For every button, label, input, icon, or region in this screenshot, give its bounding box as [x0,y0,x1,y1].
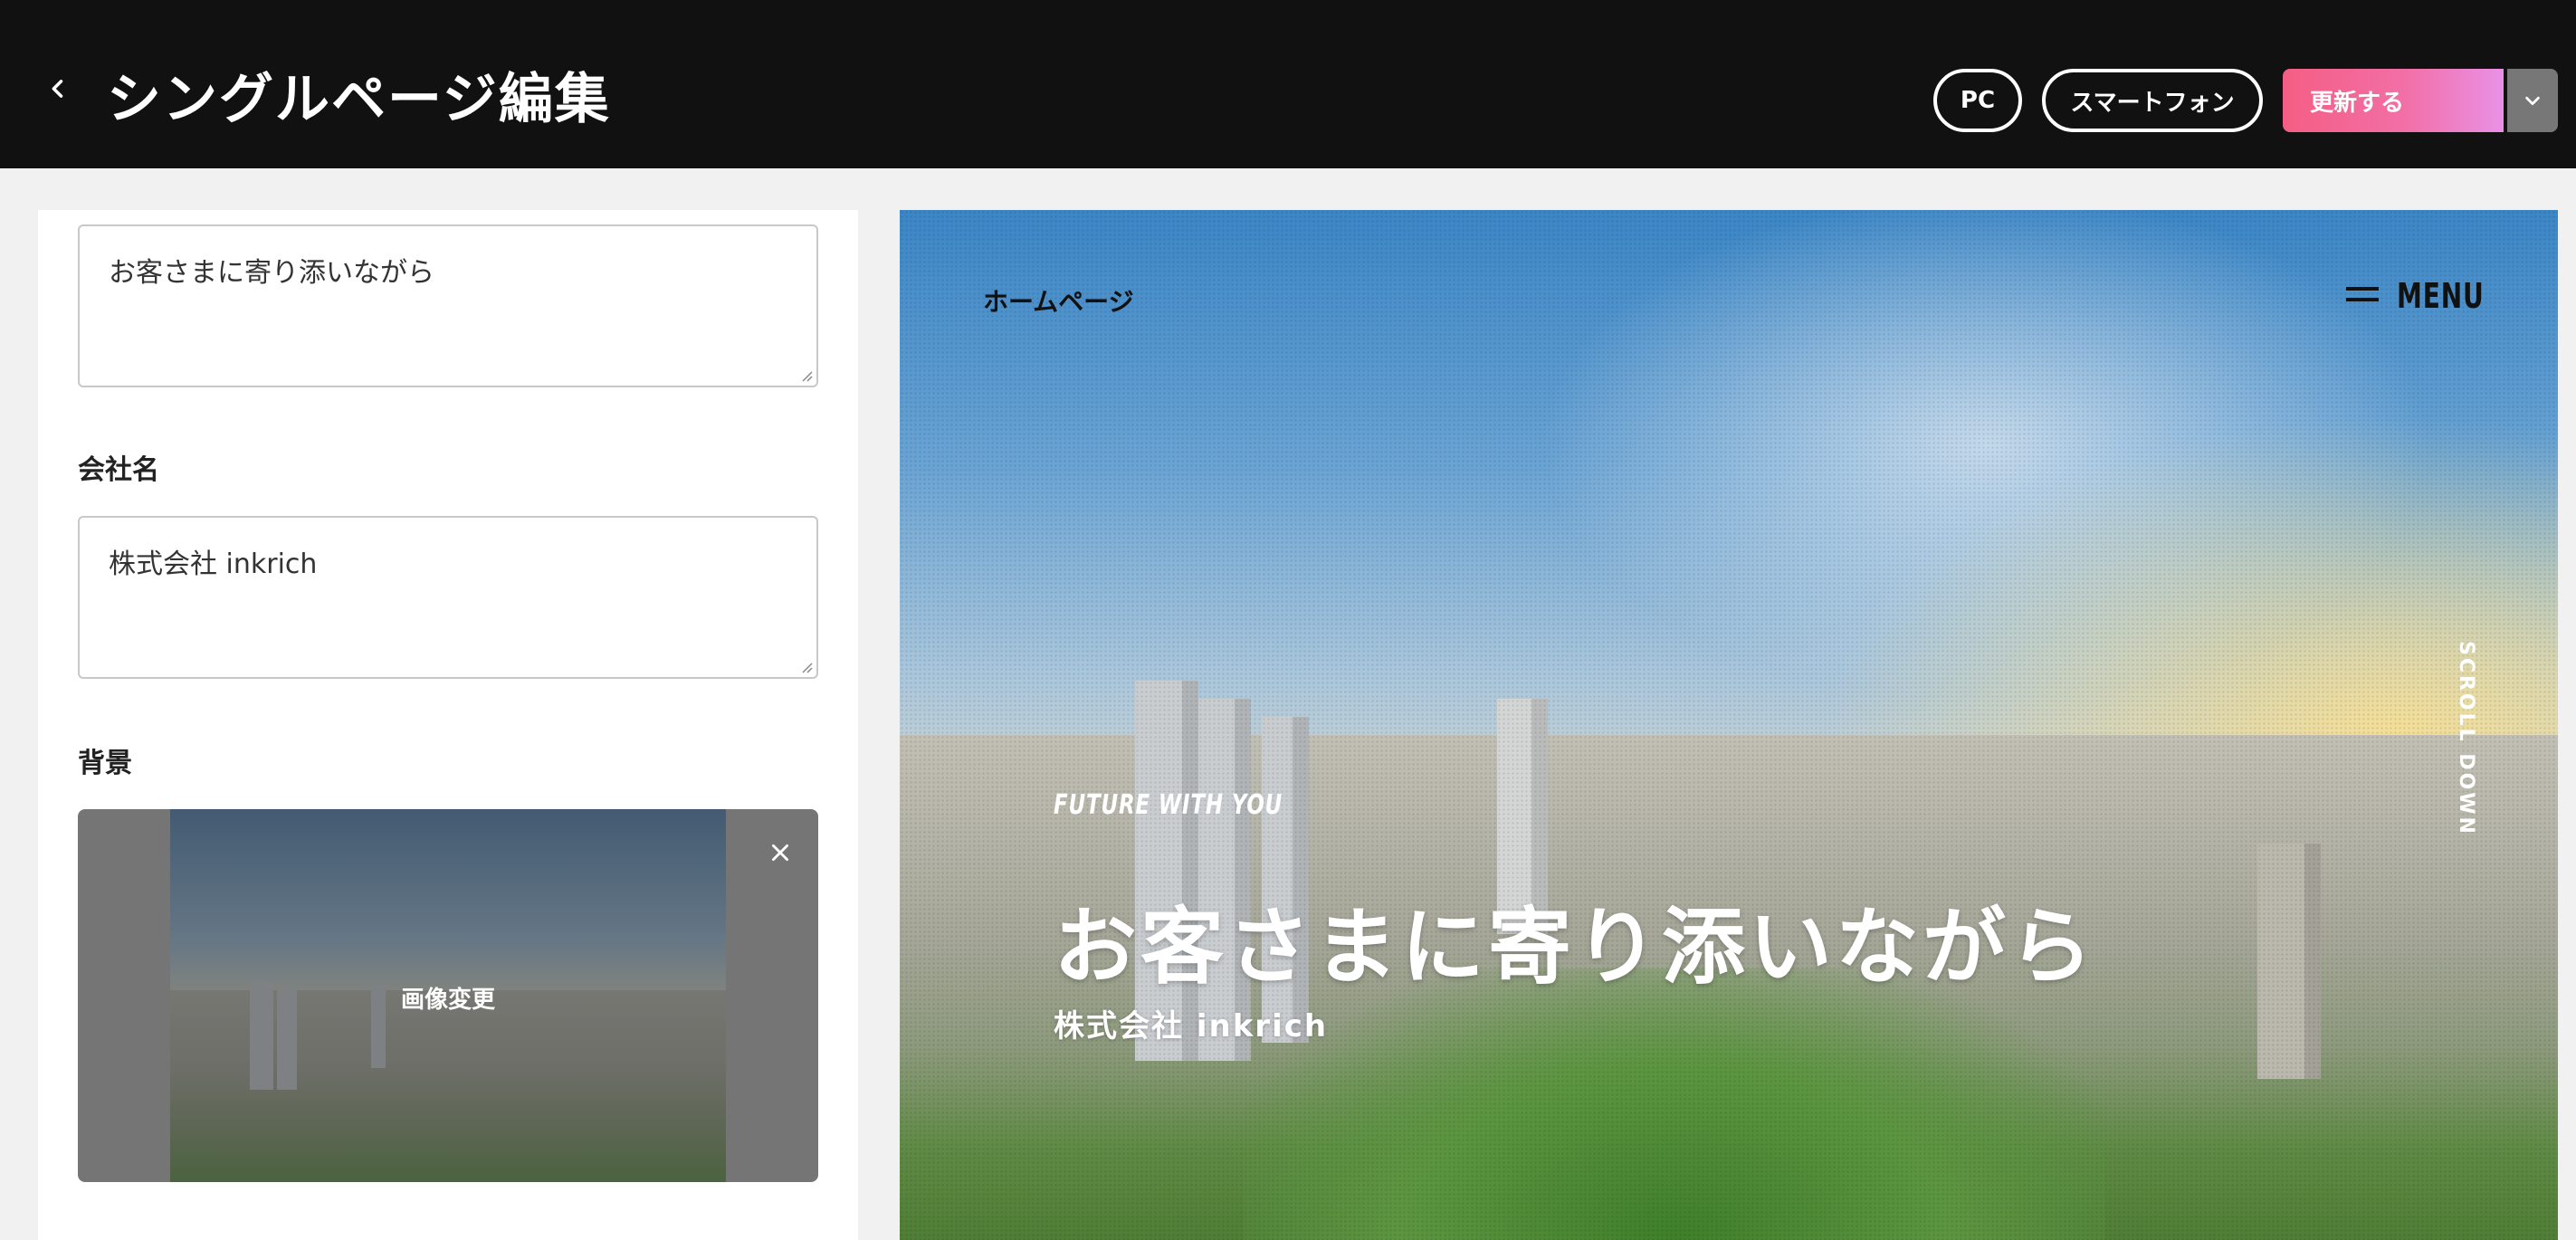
hero-headline: お客さまに寄り添いながら [1054,899,2097,996]
close-icon [772,844,788,861]
app-header: シングルページ編集 PC スマートフォン 更新する [0,0,2576,168]
page-title: シングルページ編集 [107,68,611,131]
scroll-down-indicator[interactable]: SCROLL DOWN [2455,641,2477,836]
chevron-left-icon [52,80,63,98]
background-image-field: 画像変更 [78,809,818,1182]
page-preview: ホームページ MENU SCROLL DOWN FUTURE WITH YOU … [900,210,2558,1240]
company-name-label: 会社名 [78,454,159,486]
chevron-down-icon [2525,96,2540,106]
preview-menu-label: MENU [2397,276,2485,316]
back-button[interactable] [40,71,76,107]
hero-company-name: 株式会社 inkrich [1054,1008,1329,1044]
hamburger-icon [2346,287,2379,305]
hero-tagline: FUTURE WITH YOU [1054,789,1283,821]
edit-panel: お客さまに寄り添いながら 会社名 株式会社 inkrich 背景 画像変更 [38,210,858,1240]
remove-image-button[interactable] [762,835,798,871]
catch-copy-value: お客さまに寄り添いながら [109,257,434,289]
catch-copy-textarea[interactable]: お客さまに寄り添いながら [78,224,818,387]
update-button[interactable]: 更新する [2283,69,2504,132]
view-smartphone-button[interactable]: スマートフォン [2042,69,2263,132]
company-name-textarea[interactable]: 株式会社 inkrich [78,516,818,679]
resize-handle-icon[interactable] [798,659,813,673]
preview-home-link[interactable]: ホームページ [983,282,1134,319]
view-pc-button[interactable]: PC [1933,69,2022,132]
update-options-dropdown[interactable] [2507,69,2558,132]
preview-menu-button[interactable]: MENU [2346,273,2504,319]
background-label: 背景 [78,748,132,779]
resize-handle-icon[interactable] [798,367,813,382]
change-image-button[interactable]: 画像変更 [78,981,818,1015]
company-name-value: 株式会社 inkrich [109,548,318,580]
